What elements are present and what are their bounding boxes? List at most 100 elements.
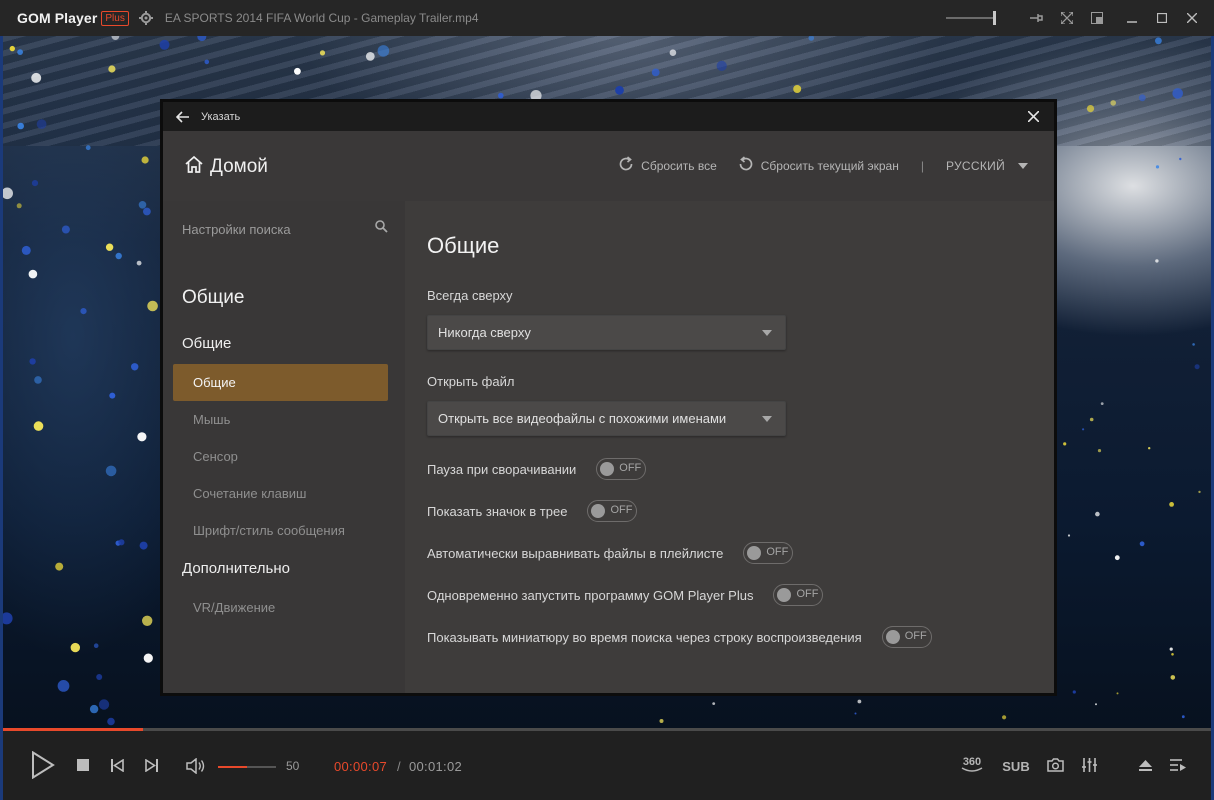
always-on-top-dropdown[interactable]: Никогда сверху bbox=[427, 315, 786, 350]
settings-main-panel: Общие Всегда сверху Никогда сверху Откры… bbox=[405, 201, 1054, 693]
mini-mode-icon[interactable] bbox=[1087, 8, 1107, 28]
app-logo[interactable]: GOM Player Plus bbox=[17, 10, 129, 26]
reset-icon bbox=[618, 156, 634, 175]
sidebar-item-touch[interactable]: Сенсор bbox=[173, 438, 388, 475]
seek-thumbnail-toggle[interactable]: OFF bbox=[881, 626, 932, 648]
sidebar-item-vr-motion[interactable]: VR/Движение bbox=[173, 589, 388, 626]
toggle-state: OFF bbox=[610, 504, 633, 516]
toggle-state: OFF bbox=[904, 630, 927, 642]
slider-handle[interactable] bbox=[993, 11, 996, 25]
search-input[interactable] bbox=[182, 221, 362, 237]
toggle-row-auto-sort: Автоматически выравнивать файлы в плейли… bbox=[427, 542, 794, 564]
volume-value: 50 bbox=[286, 759, 300, 773]
sidebar-group-advanced[interactable]: Дополнительно bbox=[182, 560, 290, 577]
app-name: GOM Player bbox=[17, 10, 98, 26]
dialog-title-bar: Указать bbox=[163, 102, 1054, 131]
home-icon bbox=[184, 155, 204, 179]
pause-minimize-label: Пауза при сворачивании bbox=[427, 461, 577, 477]
sidebar-item-general[interactable]: Общие bbox=[173, 364, 388, 401]
total-time[interactable]: 00:01:02 bbox=[409, 759, 462, 774]
title-bar: GOM Player Plus EA SPORTS 2014 FIFA Worl… bbox=[0, 0, 1214, 36]
tray-icon-label: Показать значок в трее bbox=[427, 503, 568, 519]
360-video-button[interactable]: 360 bbox=[959, 753, 985, 777]
language-label: РУССКИЙ bbox=[945, 158, 1005, 173]
volume-fill bbox=[218, 766, 247, 768]
sidebar-group-general[interactable]: Общие bbox=[182, 335, 231, 352]
launch-together-label: Одновременно запустить программу GOM Pla… bbox=[427, 587, 754, 603]
stop-icon[interactable] bbox=[75, 757, 91, 773]
chevron-down-icon bbox=[1018, 162, 1028, 169]
toggle-row-seek-thumbnail: Показывать миниатюру во время поиска чер… bbox=[427, 626, 932, 648]
next-icon[interactable] bbox=[143, 757, 159, 773]
open-file-value: Открыть все видеофайлы с похожими именам… bbox=[438, 411, 727, 426]
header-separator: | bbox=[920, 158, 924, 173]
dialog-header: Домой Сбросить все Сбросить текущий экра… bbox=[163, 131, 1054, 201]
sidebar-item-shortcuts[interactable]: Сочетание клавиш bbox=[173, 475, 388, 512]
toggle-knob bbox=[777, 588, 792, 602]
eject-icon[interactable] bbox=[1135, 756, 1155, 774]
reset-all-label: Сбросить все bbox=[641, 158, 717, 173]
360-label: 360 bbox=[963, 756, 981, 768]
pause-minimize-toggle[interactable]: OFF bbox=[596, 458, 647, 480]
sidebar-item-mouse[interactable]: Мышь bbox=[173, 401, 388, 438]
playlist-icon[interactable] bbox=[1168, 756, 1188, 774]
preferences-dialog: Указать Домой Сбросить все Сбросить теку… bbox=[160, 99, 1057, 696]
always-on-top-label: Всегда сверху bbox=[427, 288, 513, 303]
settings-sidebar: Общие Общие Общие Мышь Сенсор Сочетание … bbox=[163, 201, 405, 693]
toggle-row-tray-icon: Показать значок в трее OFF bbox=[427, 500, 638, 522]
play-icon[interactable] bbox=[29, 751, 57, 779]
settings-gear-icon[interactable] bbox=[138, 10, 154, 26]
equalizer-icon[interactable] bbox=[1079, 756, 1099, 774]
volume-slider[interactable] bbox=[218, 766, 276, 768]
speaker-icon[interactable] bbox=[185, 757, 207, 775]
chevron-down-icon bbox=[762, 330, 772, 336]
settings-search bbox=[182, 220, 388, 238]
current-time[interactable]: 00:00:07 bbox=[334, 759, 387, 774]
auto-sort-toggle[interactable]: OFF bbox=[743, 542, 794, 564]
sidebar-item-font-style[interactable]: Шрифт/стиль сообщения bbox=[173, 512, 388, 549]
time-separator: / bbox=[397, 759, 401, 774]
pin-icon[interactable] bbox=[1027, 8, 1047, 28]
toggle-state: OFF bbox=[796, 588, 819, 600]
window-opacity-slider[interactable] bbox=[946, 11, 996, 25]
toggle-knob bbox=[747, 546, 762, 560]
page-title: Общие bbox=[427, 233, 500, 258]
open-file-label: Открыть файл bbox=[427, 374, 515, 389]
toggle-state: OFF bbox=[766, 546, 789, 558]
toggle-row-pause-minimize: Пауза при сворачивании OFF bbox=[427, 458, 647, 480]
auto-sort-label: Автоматически выравнивать файлы в плейли… bbox=[427, 545, 724, 561]
tray-icon-toggle[interactable]: OFF bbox=[587, 500, 638, 522]
toggle-knob bbox=[885, 630, 900, 644]
language-selector[interactable]: РУССКИЙ bbox=[946, 159, 1028, 173]
subtitle-button[interactable]: SUB bbox=[1001, 757, 1031, 775]
dialog-title: Указать bbox=[201, 110, 241, 123]
toggle-knob bbox=[591, 504, 606, 518]
home-label: Домой bbox=[210, 156, 268, 177]
reset-all-button[interactable]: Сбросить все bbox=[618, 156, 717, 175]
sidebar-section-title: Общие bbox=[182, 287, 245, 308]
always-on-top-value: Никогда сверху bbox=[438, 325, 531, 340]
camera-icon[interactable] bbox=[1045, 756, 1065, 774]
open-file-dropdown[interactable]: Открыть все видеофайлы с похожими именам… bbox=[427, 401, 786, 436]
home-button[interactable]: Домой bbox=[184, 155, 268, 179]
reset-current-button[interactable]: Сбросить текущий экран bbox=[738, 156, 899, 175]
toggle-knob bbox=[600, 462, 615, 476]
reset-current-icon bbox=[738, 156, 754, 175]
chevron-down-icon bbox=[762, 416, 772, 422]
maximize-icon[interactable] bbox=[1152, 8, 1172, 28]
reset-current-label: Сбросить текущий экран bbox=[760, 158, 899, 173]
launch-together-toggle[interactable]: OFF bbox=[773, 584, 824, 606]
close-window-icon[interactable] bbox=[1182, 8, 1202, 28]
back-arrow-icon[interactable] bbox=[174, 108, 192, 126]
seek-thumbnail-label: Показывать миниатюру во время поиска чер… bbox=[427, 629, 862, 645]
plus-badge: Plus bbox=[101, 10, 129, 26]
search-icon[interactable] bbox=[375, 220, 388, 238]
toggle-row-launch-together: Одновременно запустить программу GOM Pla… bbox=[427, 584, 824, 606]
close-dialog-icon[interactable] bbox=[1025, 108, 1041, 124]
minimize-icon[interactable] bbox=[1122, 8, 1142, 28]
playback-controls: 50 00:00:07 / 00:01:02 360 SUB bbox=[3, 731, 1211, 800]
fullscreen-icon[interactable] bbox=[1057, 8, 1077, 28]
toggle-state: OFF bbox=[619, 462, 642, 474]
previous-icon[interactable] bbox=[109, 757, 125, 773]
file-title: EA SPORTS 2014 FIFA World Cup - Gameplay… bbox=[164, 11, 479, 25]
